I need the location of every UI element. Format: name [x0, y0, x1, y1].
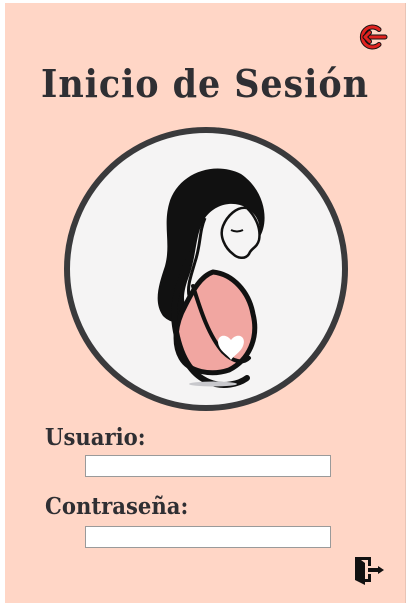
pregnancy-illustration: [63, 126, 349, 412]
username-input[interactable]: [85, 455, 331, 477]
logout-button[interactable]: [359, 21, 391, 53]
username-label: Usuario:: [45, 424, 146, 451]
login-button[interactable]: [351, 553, 385, 587]
logout-icon: [359, 24, 388, 50]
page-title: Inicio de Sesión: [41, 61, 369, 106]
login-door-icon: [355, 557, 384, 585]
password-label: Contraseña:: [45, 493, 189, 520]
login-panel: Inicio de Sesión Usuario: Contraseña:: [5, 3, 406, 603]
pregnant-woman-icon: [64, 127, 348, 411]
password-input[interactable]: [85, 526, 331, 548]
